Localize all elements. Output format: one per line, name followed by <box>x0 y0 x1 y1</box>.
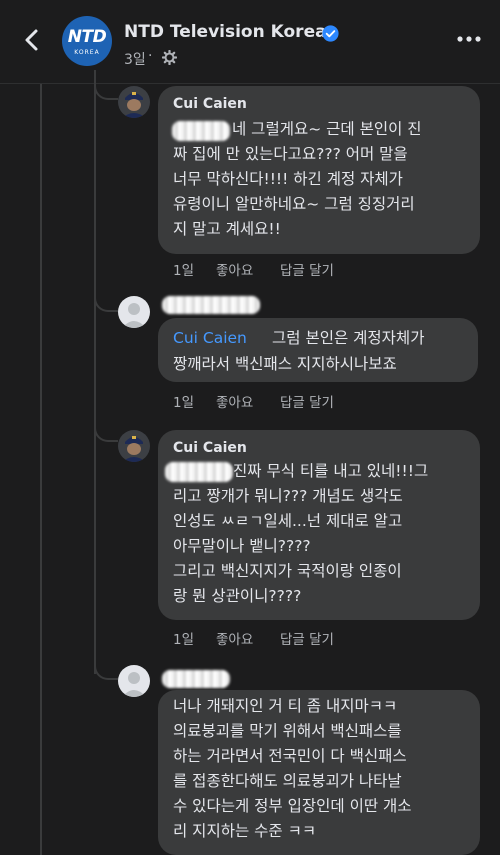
privacy-settings-icon[interactable] <box>162 50 177 65</box>
meta-separator: · <box>148 48 153 64</box>
post-time[interactable]: 3일 <box>124 49 146 69</box>
reply-button[interactable]: 답글 달기 <box>280 628 334 648</box>
like-button[interactable]: 좋아요 <box>216 628 253 648</box>
comment-line: 그리고 백신지지가 국적이랑 인종이 <box>173 562 402 580</box>
comment-line: 너나 개돼지인 거 티 좀 내지마ㅋㅋ <box>173 697 398 715</box>
comment-line: 짱깨라서 백신패스 지지하시나보죠 <box>173 355 397 373</box>
user-avatar-icon <box>118 86 150 118</box>
redacted-author <box>162 670 230 688</box>
comment-author[interactable]: Cui Caien <box>173 96 247 112</box>
comment-author[interactable]: Cui Caien <box>173 440 247 456</box>
comment-line: 리 지지하는 수준 ㅋㅋ <box>173 822 317 840</box>
comment-line: 그럼 본인은 계정자체가 <box>272 329 425 347</box>
thread-connector <box>94 282 118 312</box>
comment-time[interactable]: 1일 <box>173 391 194 411</box>
default-avatar-icon <box>118 296 150 328</box>
post-header: NTD KOREA NTD Television Korea 3일 · <box>0 0 500 84</box>
avatar[interactable] <box>118 296 150 328</box>
redacted-name <box>165 462 233 482</box>
like-button[interactable]: 좋아요 <box>216 259 253 279</box>
comment-line: 지 말고 계세요!! <box>173 220 281 238</box>
thread-connector <box>94 70 118 100</box>
comment-line: 랑 뭔 상관이니???? <box>173 587 302 605</box>
like-button[interactable]: 좋아요 <box>216 391 253 411</box>
comment-line: 아무말이나 뱉니???? <box>173 537 311 555</box>
comment-line: 진짜 무식 티를 내고 있네!!!그 <box>233 462 429 480</box>
comment-line: 인성도 ㅆㄹㄱ일세...넌 제대로 알고 <box>173 512 403 530</box>
redacted-name <box>172 121 230 141</box>
user-avatar-icon <box>118 430 150 462</box>
thread-line-outer <box>40 84 42 855</box>
avatar[interactable] <box>118 86 150 118</box>
page-name[interactable]: NTD Television Korea <box>124 22 327 42</box>
thread-connector <box>94 412 118 442</box>
comment-line: 유령이니 알만하네요~ 그럼 징징거리 <box>173 195 415 213</box>
avatar[interactable] <box>118 430 150 462</box>
comment-line: 네 그럴게요~ 근데 본인이 진 <box>232 120 422 138</box>
thread-line-inner <box>94 84 96 674</box>
more-options-icon[interactable] <box>456 34 482 44</box>
comment-line: 의료붕괴를 막기 위해서 백신패스를 <box>173 722 402 740</box>
page-avatar[interactable]: NTD KOREA <box>62 16 112 66</box>
reply-button[interactable]: 답글 달기 <box>280 391 334 411</box>
back-arrow-icon[interactable] <box>18 26 46 54</box>
avatar[interactable] <box>118 665 150 697</box>
logo-subtext: KOREA <box>74 49 100 56</box>
verified-badge-icon <box>322 25 339 42</box>
comment-line: 를 접종한다해도 의료붕괴가 나타날 <box>173 772 402 790</box>
comment-line: 너무 막하신다!!!! 하긴 계정 자체가 <box>173 170 403 188</box>
comment-time[interactable]: 1일 <box>173 259 194 279</box>
comment-time[interactable]: 1일 <box>173 628 194 648</box>
default-avatar-icon <box>118 665 150 697</box>
mention-link[interactable]: Cui Caien <box>173 326 247 351</box>
comment-line: 수 있다는게 정부 입장인데 이딴 개소 <box>173 797 412 815</box>
logo-text: NTD <box>67 27 107 47</box>
comment-line: 짜 집에 만 있는다고요??? 어머 말을 <box>173 145 408 163</box>
comment-line: 하는 거라면서 전국민이 다 백신패스 <box>173 747 407 765</box>
thread-connector <box>94 650 118 680</box>
redacted-author <box>162 296 260 314</box>
comment-line: 리고 짱개가 뭐니??? 개념도 생각도 <box>173 487 403 505</box>
reply-button[interactable]: 답글 달기 <box>280 259 334 279</box>
